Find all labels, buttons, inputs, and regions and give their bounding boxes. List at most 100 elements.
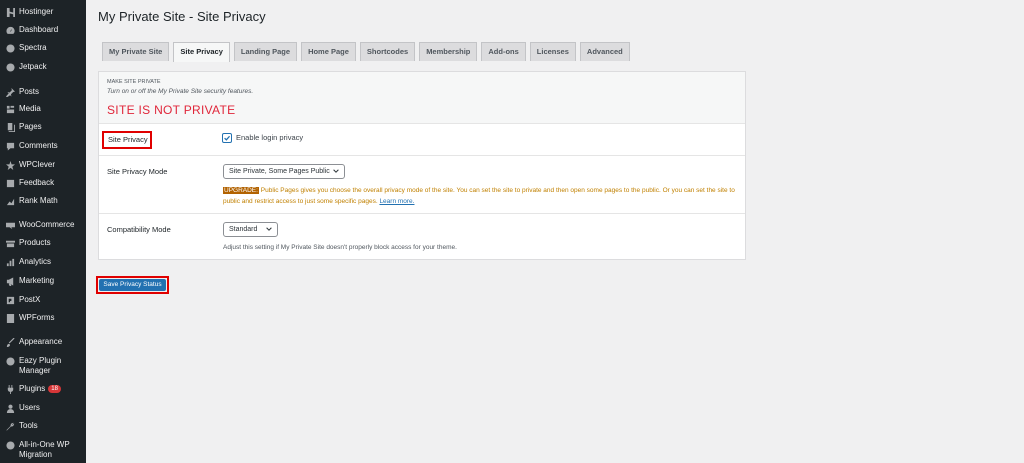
learn-more-link[interactable]: Learn more. xyxy=(379,198,414,205)
sidebar-item-label: Pages xyxy=(19,122,42,131)
sidebar-item-jetpack[interactable]: Jetpack xyxy=(0,62,86,72)
settings-panel: MAKE SITE PRIVATE Turn on or off the My … xyxy=(98,71,746,260)
update-count-badge: 18 xyxy=(48,384,61,393)
dashboard-icon xyxy=(5,25,15,35)
sidebar-item-label: Dashboard xyxy=(19,25,59,34)
sidebar-item-label: WPForms xyxy=(19,313,55,322)
sidebar-item-wpclever[interactable]: WPClever xyxy=(0,160,86,170)
woocommerce-icon xyxy=(5,220,15,230)
sidebar-item-appearance[interactable]: Appearance xyxy=(0,337,86,347)
tab-site-privacy[interactable]: Site Privacy xyxy=(173,42,230,62)
products-icon xyxy=(5,238,15,248)
section-title: MAKE SITE PRIVATE xyxy=(107,79,161,85)
analytics-icon xyxy=(5,257,15,267)
enable-login-privacy-label[interactable]: Enable login privacy xyxy=(236,133,303,142)
compatibility-help-text: Adjust this setting if My Private Site d… xyxy=(223,244,457,251)
sidebar-item-label: Posts xyxy=(19,87,40,96)
sidebar-item-label: PostX xyxy=(19,295,41,304)
sidebar-item-label: Jetpack xyxy=(19,62,47,71)
pages-icon xyxy=(5,122,15,132)
privacy-status-text: SITE IS NOT PRIVATE xyxy=(107,103,236,117)
rankmath-icon xyxy=(5,196,15,206)
save-button-highlight: Save Privacy Status xyxy=(96,276,169,294)
sidebar-item-label: Spectra xyxy=(19,43,47,52)
sidebar-item-label: Comments xyxy=(19,141,58,150)
sidebar-item-comments[interactable]: Comments xyxy=(0,141,86,151)
tab-advanced[interactable]: Advanced xyxy=(579,42,630,61)
tab-home-page[interactable]: Home Page xyxy=(301,42,356,61)
compatibility-mode-value: Standard xyxy=(229,226,258,233)
compatibility-mode-select[interactable]: Standard xyxy=(223,222,278,237)
checkmark-icon xyxy=(224,135,231,141)
users-icon xyxy=(5,403,15,413)
sidebar-item-tools[interactable]: Tools xyxy=(0,421,86,431)
row-site-privacy: Site Privacy Enable login privacy xyxy=(99,125,745,156)
compatibility-mode-label: Compatibility Mode xyxy=(107,225,171,234)
tab-add-ons[interactable]: Add-ons xyxy=(481,42,526,61)
sidebar-item-label: All-in-One WP Migration xyxy=(19,440,70,459)
sidebar-item-wpforms[interactable]: WPForms xyxy=(0,313,86,323)
spectra-icon xyxy=(5,43,15,53)
feedback-icon xyxy=(5,178,15,188)
plugin-icon xyxy=(5,384,15,394)
tab-shortcodes[interactable]: Shortcodes xyxy=(359,42,416,61)
sidebar-item-label: Appearance xyxy=(19,337,63,346)
chevron-down-icon xyxy=(333,169,339,173)
sidebar-item-dashboard[interactable]: Dashboard xyxy=(0,25,86,35)
tab-landing-page[interactable]: Landing Page xyxy=(233,42,298,61)
sidebar-item-posts[interactable]: Posts xyxy=(0,87,86,97)
sidebar-item-postx[interactable]: PostX xyxy=(0,295,86,305)
hostinger-icon xyxy=(5,7,15,17)
wpforms-icon xyxy=(5,313,15,323)
sidebar-item-products[interactable]: Products xyxy=(0,238,86,248)
sidebar-item-plugins[interactable]: Plugins 18 xyxy=(0,384,86,394)
upgrade-text: Public Pages gives you choose the overal… xyxy=(223,187,735,205)
tab-licenses[interactable]: Licenses xyxy=(529,42,576,61)
row-site-privacy-mode: Site Privacy Mode Site Private, Some Pag… xyxy=(99,156,745,214)
wrench-icon xyxy=(5,421,15,431)
tab-membership[interactable]: Membership xyxy=(419,42,478,61)
sidebar-item-label: Users xyxy=(19,403,40,412)
pin-icon xyxy=(5,87,15,97)
site-privacy-label: Site Privacy xyxy=(102,131,152,149)
wpclever-icon xyxy=(5,160,15,170)
comment-icon xyxy=(5,141,15,151)
row-compatibility-mode: Compatibility Mode Standard Adjust this … xyxy=(99,214,745,260)
sidebar-item-users[interactable]: Users xyxy=(0,403,86,413)
sidebar-item-marketing[interactable]: Marketing xyxy=(0,276,86,286)
sidebar-item-label: Eazy Plugin Manager xyxy=(19,356,62,375)
site-privacy-mode-select[interactable]: Site Private, Some Pages Public xyxy=(223,164,345,179)
tab-bar: My Private Site Site Privacy Landing Page H… xyxy=(102,42,634,62)
sidebar-item-label: Tools xyxy=(19,421,38,430)
sidebar-item-feedback[interactable]: Feedback xyxy=(0,178,86,188)
sidebar-item-spectra[interactable]: Spectra xyxy=(0,43,86,53)
sidebar-item-all-in-one-wp-migration[interactable]: All-in-One WP Migration xyxy=(0,440,86,460)
chevron-down-icon xyxy=(266,227,272,231)
sidebar-item-label: Products xyxy=(19,238,51,247)
sidebar-item-hostinger[interactable]: Hostinger xyxy=(0,7,86,17)
sidebar-item-analytics[interactable]: Analytics xyxy=(0,257,86,267)
jetpack-icon xyxy=(5,62,15,72)
sidebar-item-label: Feedback xyxy=(19,178,55,187)
upgrade-badge: UPGRADE: xyxy=(223,187,259,194)
sidebar-item-label: Hostinger xyxy=(19,7,54,16)
section-description: Turn on or off the My Private Site secur… xyxy=(107,88,254,95)
sidebar-item-label: Analytics xyxy=(19,257,52,266)
sidebar-item-pages[interactable]: Pages xyxy=(0,122,86,132)
sidebar-item-woocommerce[interactable]: WooCommerce xyxy=(0,220,86,230)
media-icon xyxy=(5,104,15,114)
sidebar-item-rank-math[interactable]: Rank Math xyxy=(0,196,86,206)
plugin-manager-icon xyxy=(5,356,15,366)
section-header: MAKE SITE PRIVATE Turn on or off the My … xyxy=(99,72,745,124)
sidebar-item-label: Rank Math xyxy=(19,196,58,205)
brush-icon xyxy=(5,337,15,347)
sidebar-item-eazy-plugin-manager[interactable]: Eazy Plugin Manager xyxy=(0,356,86,376)
save-privacy-status-button[interactable]: Save Privacy Status xyxy=(99,279,166,291)
site-privacy-mode-value: Site Private, Some Pages Public xyxy=(229,168,330,175)
tab-my-private-site[interactable]: My Private Site xyxy=(102,42,170,61)
enable-login-privacy-checkbox[interactable] xyxy=(222,133,232,143)
migration-icon xyxy=(5,440,15,450)
sidebar-item-label: Media xyxy=(19,104,41,113)
sidebar-item-media[interactable]: Media xyxy=(0,104,86,114)
admin-sidebar: Hostinger Dashboard Spectra Jetpack Posts Med… xyxy=(0,0,86,463)
